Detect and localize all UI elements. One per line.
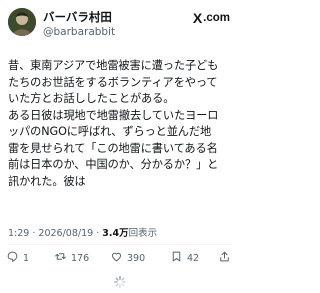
display-name[interactable]: バーバラ村田 <box>43 10 112 24</box>
share-button[interactable] <box>218 250 231 268</box>
tweet-line: 訊かれた。彼は <box>8 174 86 188</box>
tweet-line: 前は日本のか、中国のか、分かるか？」と <box>8 158 219 171</box>
tweet-header: バーバラ村田 @barbarabbit X .com <box>0 0 240 50</box>
views-label: 回表示 <box>128 228 158 239</box>
loading-spinner-icon <box>113 274 127 288</box>
like-button[interactable]: 390 <box>110 250 145 268</box>
tweet-line: 昔、東南アジアで地雷被害に遭った子ども <box>8 59 219 72</box>
repost-icon <box>54 250 67 268</box>
like-icon <box>110 250 123 268</box>
action-bar: 1 176 390 42 <box>6 250 234 266</box>
bookmark-button[interactable]: 42 <box>170 250 199 268</box>
reply-icon <box>6 250 19 268</box>
repost-button[interactable]: 176 <box>54 250 89 268</box>
tweet-line: いた方とお話ししたことがある。 <box>8 92 175 105</box>
tweet-line: たちのお世話をするボランティアをやって <box>8 75 218 89</box>
tweet-text: 昔、東南アジアで地雷被害に遭った子ども たちのお世話をするボランティアをやって … <box>8 58 238 190</box>
divider <box>8 244 232 245</box>
brand-logo: X <box>192 10 203 26</box>
share-icon <box>218 250 231 268</box>
x-logo-icon: X .com <box>193 10 230 26</box>
tweet-date[interactable]: 2026/08/19 <box>38 228 93 239</box>
bookmark-count: 42 <box>187 253 200 264</box>
repost-count: 176 <box>71 253 90 264</box>
views-count: 3.4万 <box>102 228 129 239</box>
user-handle[interactable]: @barbarabbit <box>43 25 115 39</box>
tweet-line: ある日彼は現地で地雷撤去していたヨーロ <box>8 108 219 122</box>
tweet-time[interactable]: 1:29 <box>8 228 29 239</box>
like-count: 390 <box>127 253 146 264</box>
avatar[interactable] <box>8 8 36 36</box>
reply-count: 1 <box>23 253 30 264</box>
reply-button[interactable]: 1 <box>6 250 29 268</box>
tweet-line: 雷を見せられて「この地雷に書いてある名 <box>8 141 218 155</box>
tweet-meta: 1:29 · 2026/08/19 · 3.4万回表示 <box>8 228 157 240</box>
bookmark-icon <box>170 250 183 268</box>
brand-suffix: .com <box>203 12 230 24</box>
tweet-line: ッパのNGOに呼ばれ、ずらっと並んだ地 <box>8 125 212 138</box>
